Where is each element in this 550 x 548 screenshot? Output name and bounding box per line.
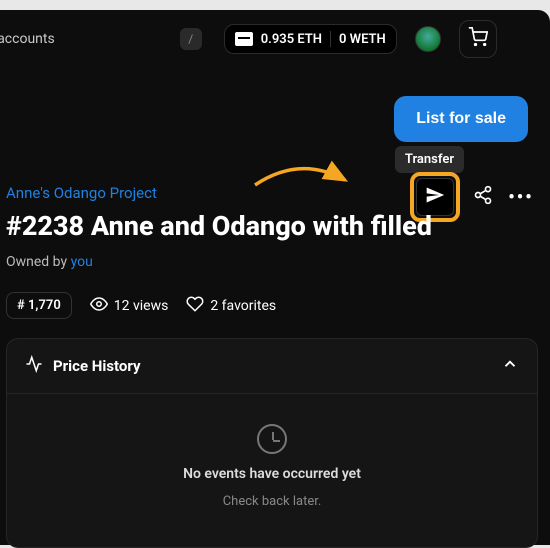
app-frame: ctions, and accounts / 0.935 ETH 0 WETH … [0,10,550,545]
wallet-icon [235,32,253,46]
chevron-up-icon [501,355,519,377]
slash-shortcut-badge: / [180,28,202,50]
transfer-tooltip: Transfer [395,146,464,173]
share-button[interactable] [468,182,498,212]
avatar[interactable] [415,26,441,52]
more-button[interactable]: ••• [506,182,536,212]
list-for-sale-button[interactable]: List for sale [394,96,528,142]
send-icon [425,185,445,209]
activity-icon [25,355,43,377]
ownership-line: Owned by you [6,254,93,270]
wallet-balance: 0.935 ETH [261,32,322,47]
owned-by-prefix: Owned by [6,254,71,270]
empty-state-primary: No events have occurred yet [183,466,361,482]
favorites-count: 2 favorites [210,298,276,314]
annotation-arrow [250,150,360,210]
cart-icon [468,27,488,51]
stats-row: # 1,770 12 views 2 favorites [6,292,276,319]
eye-icon [90,295,108,317]
price-history-heading: Price History [53,357,141,375]
owner-link[interactable]: you [71,254,93,270]
wallet-pill[interactable]: 0.935 ETH 0 WETH [224,24,397,54]
clock-icon [257,424,287,454]
price-history-empty-state: No events have occurred yet Check back l… [7,394,537,529]
views-count: 12 views [114,298,169,314]
cart-button[interactable] [459,20,497,58]
views-stat: 12 views [90,295,169,317]
price-history-panel: Price History No events have occurred ye… [6,338,538,548]
wallet-secondary-balance: 0 WETH [339,32,386,47]
favorites-stat: 2 favorites [186,295,276,317]
rarity-rank-pill[interactable]: # 1,770 [6,292,72,319]
more-icon: ••• [508,187,533,208]
collection-link[interactable]: Anne's Odango Project [6,184,157,202]
heart-icon [186,295,204,317]
share-icon [473,185,493,209]
empty-state-secondary: Check back later. [223,494,322,509]
item-title: #2238 Anne and Odango with filled [6,210,432,242]
wallet-divider [330,31,331,47]
search-input-fragment[interactable]: ctions, and accounts [0,31,55,47]
top-bar: ctions, and accounts / 0.935 ETH 0 WETH [0,10,550,68]
price-history-header[interactable]: Price History [7,339,537,394]
